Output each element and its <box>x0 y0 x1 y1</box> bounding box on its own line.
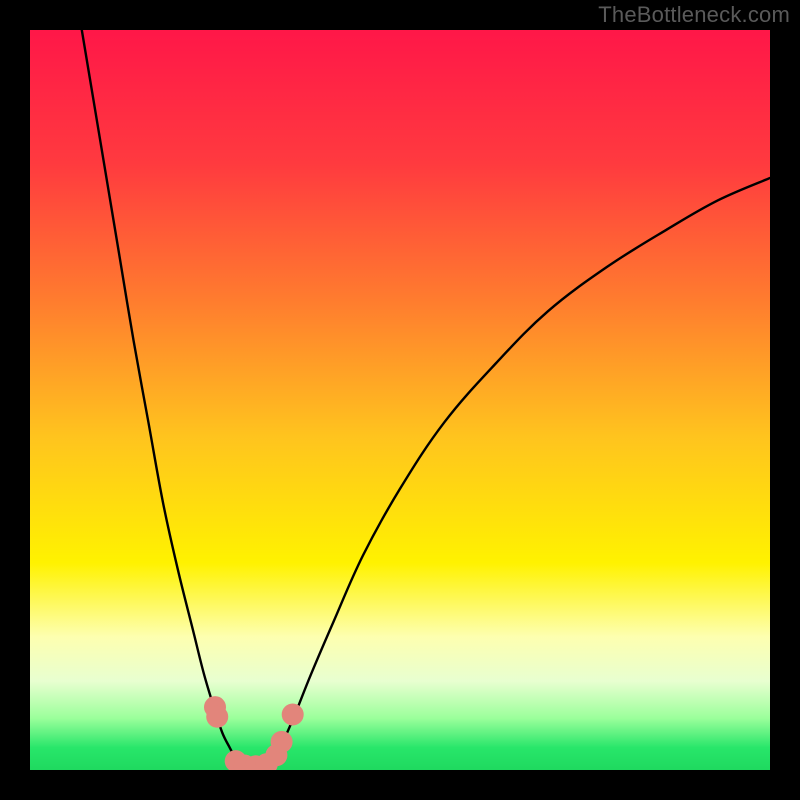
chart-svg <box>30 30 770 770</box>
marker-dot <box>282 704 304 726</box>
marker-dot <box>206 706 228 728</box>
chart-frame: TheBottleneck.com <box>0 0 800 800</box>
watermark-label: TheBottleneck.com <box>598 2 790 28</box>
gradient-background <box>30 30 770 770</box>
marker-dot <box>271 731 293 753</box>
plot-area <box>30 30 770 770</box>
